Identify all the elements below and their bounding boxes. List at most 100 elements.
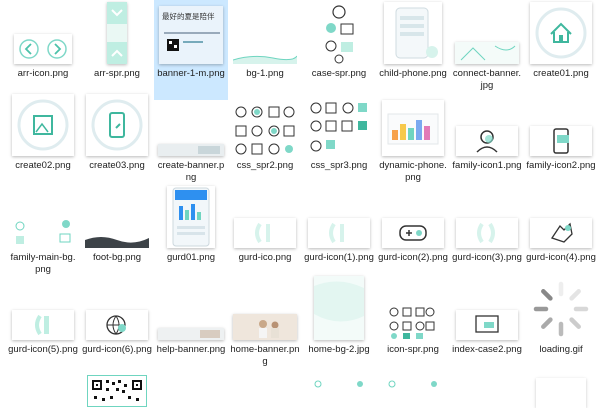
- file-tile[interactable]: family-icon1.png: [450, 92, 524, 192]
- icon-sprite: [233, 104, 297, 156]
- file-tile[interactable]: bg-1.png: [228, 0, 302, 100]
- icon-sprite-3: [388, 306, 438, 340]
- file-name: loading.gif: [539, 344, 583, 355]
- file-tile[interactable]: family-icon2.png: [524, 92, 598, 192]
- qr-code: [88, 376, 146, 406]
- file-name: gurd-icon(5).png: [8, 344, 78, 355]
- file-tile[interactable]: home-banner.png: [228, 276, 302, 376]
- file-tile[interactable]: gurd-icon(6).png: [80, 276, 154, 376]
- file-name: icon-spr.png: [387, 344, 439, 355]
- image-circle: [12, 94, 74, 156]
- dynamic-chart: [382, 100, 444, 156]
- file-tile[interactable]: gurd-icon(1).png: [302, 184, 376, 284]
- blank-tall: [536, 378, 586, 408]
- file-tile[interactable]: foot-bg.png: [80, 184, 154, 284]
- arrow-icons: [14, 34, 72, 64]
- file-name: arr-icon.png: [17, 68, 69, 79]
- gurd-ico: [308, 218, 370, 248]
- wave-bg: [233, 50, 297, 64]
- dots-sprite: [384, 378, 442, 408]
- file-name: home-bg-2.jpg: [308, 344, 370, 355]
- file-tile[interactable]: gurd-icon(2).png: [376, 184, 450, 284]
- file-name: create02.png: [15, 160, 71, 171]
- file-tile[interactable]: connect-banner.jpg: [450, 0, 524, 100]
- photo-banner: [233, 314, 297, 340]
- chat-box: [456, 310, 518, 340]
- file-grid: arr-icon.png arr-spr.png 最好的夏是陪伴 banner-…: [6, 0, 600, 408]
- file-tile[interactable]: gurd-icon(5).png: [6, 276, 80, 376]
- file-tile[interactable]: [376, 368, 450, 400]
- file-name: css_spr2.png: [236, 160, 294, 171]
- file-tile[interactable]: 最好的夏是陪伴 banner-1-m.png: [154, 0, 228, 100]
- file-name: family-icon2.png: [526, 160, 596, 171]
- file-name: css_spr3.png: [310, 160, 368, 171]
- file-tile[interactable]: loading.gif: [524, 276, 598, 376]
- file-name: child-phone.png: [379, 68, 447, 79]
- file-name: help-banner.png: [156, 344, 226, 355]
- file-name: foot-bg.png: [92, 252, 142, 263]
- file-name: bg-1.png: [246, 68, 284, 79]
- file-name: banner-1-m.png: [157, 68, 225, 79]
- file-name: gurd01.png: [166, 252, 216, 263]
- chat-phone-icon: [530, 126, 592, 156]
- home-bg: [314, 276, 364, 340]
- arrow-sprite: [107, 2, 127, 64]
- file-tile[interactable]: arr-icon.png: [6, 0, 80, 100]
- file-name: create-banner.png: [157, 160, 225, 183]
- file-name: connect-banner.jpg: [452, 68, 522, 91]
- dots-sprite: [310, 378, 368, 408]
- file-name: family-icon1.png: [452, 160, 522, 171]
- file-tile[interactable]: home-bg-2.jpg: [302, 276, 376, 376]
- file-tile[interactable]: arr-spr.png: [80, 0, 154, 100]
- gurd-ico: [12, 310, 74, 340]
- file-tile[interactable]: dynamic-phone.png: [376, 92, 450, 192]
- file-name: gurd-ico.png: [238, 252, 292, 263]
- phone-circle: [86, 94, 148, 156]
- banner-summer: 最好的夏是陪伴: [159, 6, 223, 64]
- file-tile[interactable]: create03.png: [80, 92, 154, 192]
- file-tile[interactable]: family-main-bg.png: [6, 184, 80, 284]
- help-banner: [158, 328, 224, 340]
- file-tile[interactable]: help-banner.png: [154, 276, 228, 376]
- file-name: family-main-bg.png: [10, 252, 76, 275]
- icon-sprite-2: [308, 100, 370, 156]
- file-name: gurd-icon(1).png: [304, 252, 374, 263]
- file-tile[interactable]: css_spr3.png: [302, 92, 376, 192]
- file-tile[interactable]: gurd-icon(3).png: [450, 184, 524, 284]
- file-name: case-spr.png: [311, 68, 367, 79]
- file-name: gurd-icon(4).png: [526, 252, 596, 263]
- file-tile[interactable]: gurd01.png: [154, 184, 228, 284]
- globe-icon: [86, 310, 148, 340]
- file-name: gurd-icon(2).png: [378, 252, 448, 263]
- file-tile[interactable]: case-spr.png: [302, 0, 376, 100]
- banner-text: 最好的夏是陪伴: [162, 12, 215, 21]
- hand-icon: [530, 218, 592, 248]
- foot-wave: [85, 234, 149, 248]
- user-icon: [456, 126, 518, 156]
- file-tile[interactable]: create02.png: [6, 92, 80, 192]
- file-tile[interactable]: icon-spr.png: [376, 276, 450, 376]
- file-name: create03.png: [89, 160, 145, 171]
- family-bg: [12, 216, 74, 248]
- connect-banner: [455, 42, 519, 64]
- phone-screen: [167, 186, 215, 248]
- file-tile[interactable]: gurd-ico.png: [228, 184, 302, 284]
- file-tile[interactable]: index-case2.png: [450, 276, 524, 376]
- file-name: index-case2.png: [452, 344, 522, 355]
- phone: [384, 2, 442, 64]
- file-tile[interactable]: create01.png: [524, 0, 598, 100]
- file-tile[interactable]: create-banner.png: [154, 92, 228, 192]
- file-tile[interactable]: [80, 368, 154, 406]
- home-circle: [530, 2, 592, 64]
- file-tile[interactable]: [524, 368, 598, 408]
- file-tile[interactable]: child-phone.png: [376, 0, 450, 100]
- file-tile[interactable]: gurd-icon(4).png: [524, 184, 598, 284]
- file-name: home-banner.png: [230, 344, 300, 367]
- file-name: gurd-icon(3).png: [452, 252, 522, 263]
- gurd-ico: [234, 218, 296, 248]
- file-tile[interactable]: css_spr2.png: [228, 92, 302, 192]
- file-tile[interactable]: [302, 368, 376, 400]
- file-name: dynamic-phone.png: [379, 160, 447, 183]
- gamepad-icon: [382, 218, 444, 248]
- file-name: gurd-icon(6).png: [82, 344, 152, 355]
